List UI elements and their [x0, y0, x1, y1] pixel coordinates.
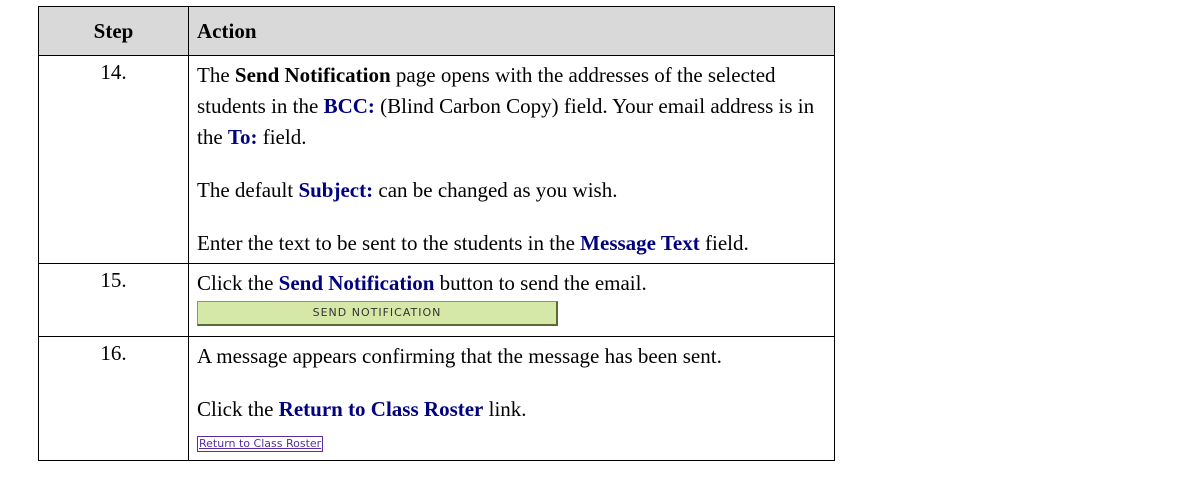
text: can be changed as you wish.	[373, 178, 618, 202]
field-name: BCC:	[323, 94, 375, 118]
header-action: Action	[188, 6, 835, 56]
steps-table: Step Action 14. The Send Notification pa…	[38, 6, 835, 461]
text: Click the	[197, 397, 279, 421]
action-paragraph: The Send Notification page opens with th…	[197, 60, 826, 153]
text: Enter the text to be sent to the student…	[197, 231, 581, 255]
text: field.	[257, 125, 307, 149]
ui-term: Send Notification	[234, 63, 391, 87]
action-paragraph: Click the Return to Class Roster link.	[197, 394, 826, 425]
action-paragraph: The default Subject: can be changed as y…	[197, 175, 826, 206]
text: link.	[483, 397, 527, 421]
step-number: 14.	[38, 55, 189, 264]
action-cell: Click the Send Notification button to se…	[188, 263, 835, 337]
send-notification-button[interactable]: SEND NOTIFICATION	[197, 301, 558, 326]
field-name: Subject:	[298, 178, 374, 202]
field-name: Send Notification	[278, 271, 435, 295]
action-paragraph: A message appears confirming that the me…	[197, 341, 826, 372]
step-number: 16.	[38, 336, 189, 461]
text: Click the	[197, 271, 279, 295]
table-header-row: Step Action	[38, 6, 835, 56]
action-paragraph: Click the Send Notification button to se…	[197, 268, 826, 299]
table-row: 14. The Send Notification page opens wit…	[38, 55, 835, 264]
field-name: Message Text	[580, 231, 700, 255]
action-paragraph: Enter the text to be sent to the student…	[197, 228, 826, 259]
field-name: Return to Class Roster	[278, 397, 484, 421]
step-number: 15.	[38, 263, 189, 337]
text: field.	[699, 231, 749, 255]
table-row: 15. Click the Send Notification button t…	[38, 263, 835, 337]
text: The default	[197, 178, 299, 202]
table-row: 16. A message appears confirming that th…	[38, 336, 835, 461]
text: button to send the email.	[434, 271, 647, 295]
action-cell: A message appears confirming that the me…	[188, 336, 835, 461]
text: A message appears confirming that the me…	[197, 344, 722, 368]
action-cell: The Send Notification page opens with th…	[188, 55, 835, 264]
return-to-class-roster-link[interactable]: Return to Class Roster	[197, 436, 324, 452]
text: The	[197, 63, 235, 87]
field-name: To:	[227, 125, 258, 149]
header-step: Step	[38, 6, 189, 56]
